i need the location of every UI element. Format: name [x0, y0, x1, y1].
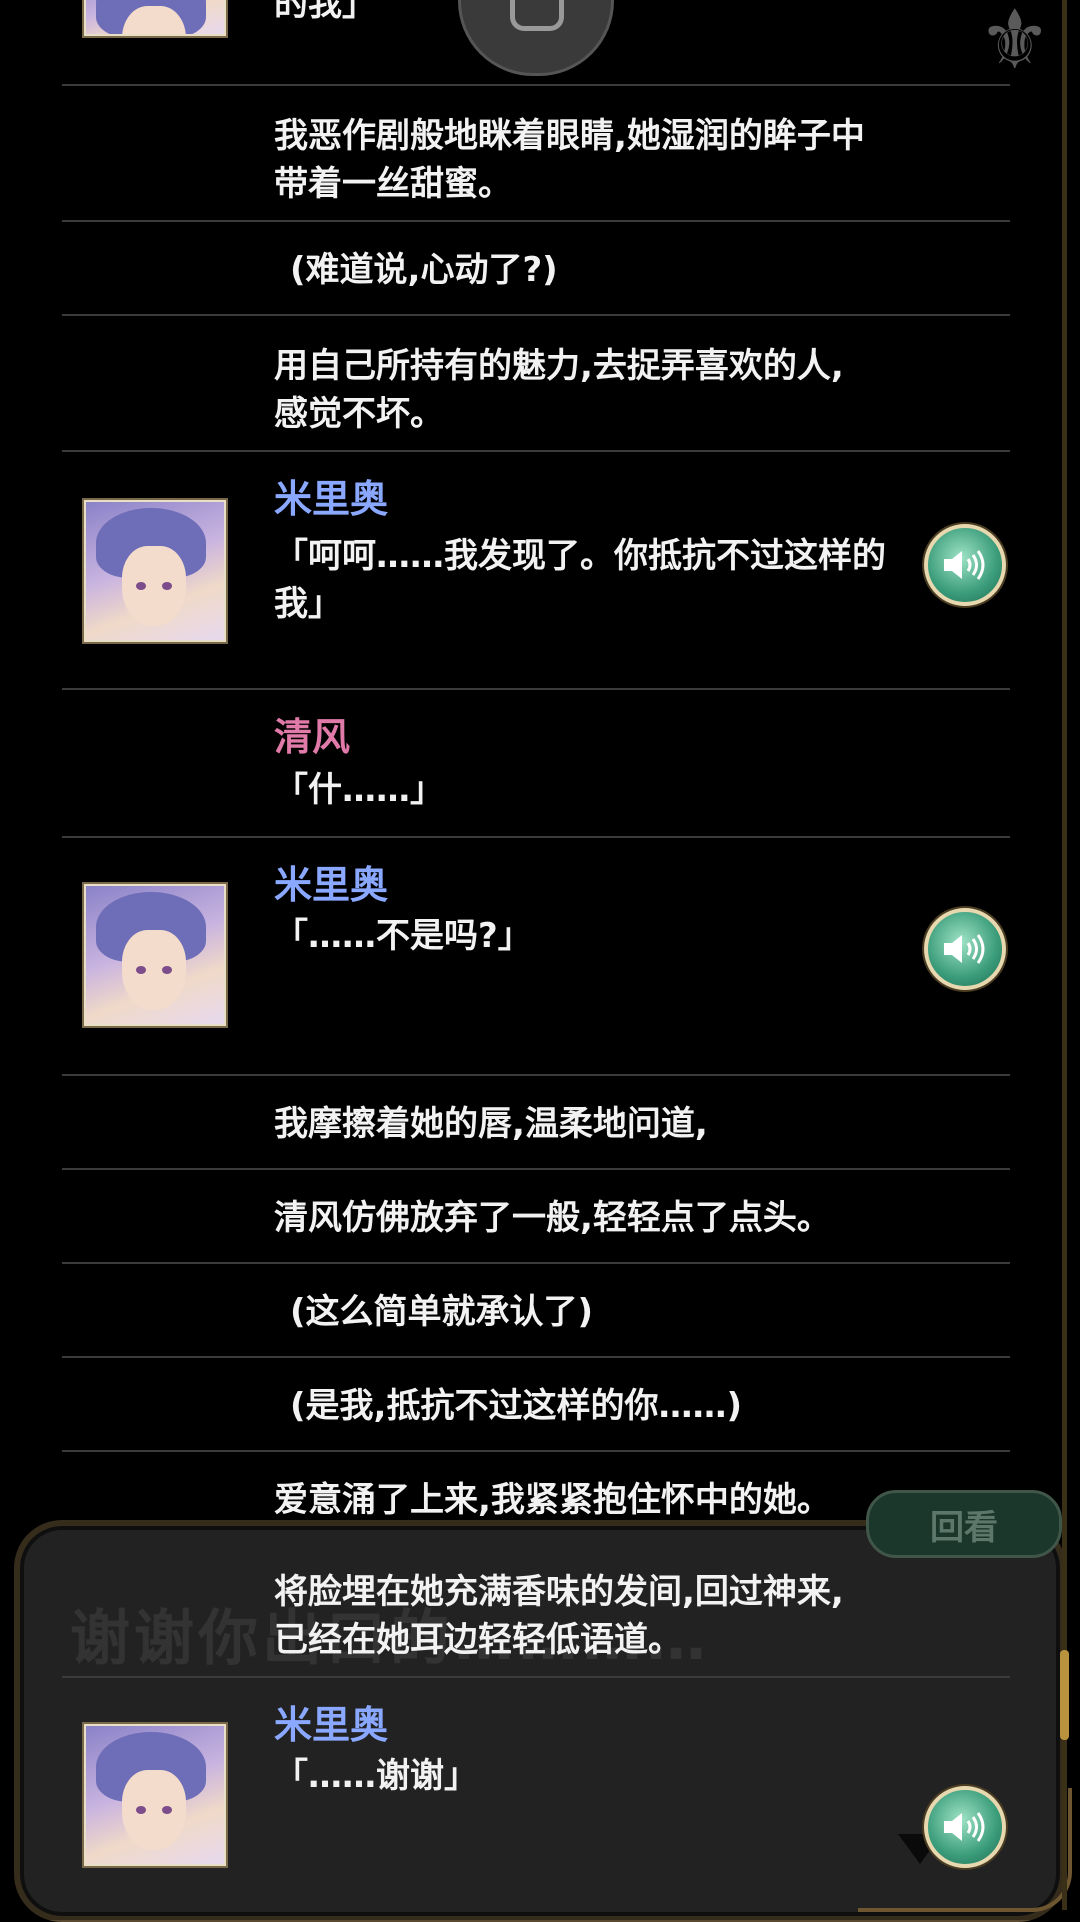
entry-text: 用自己所持有的魅力,去捉弄喜欢的人,感觉不坏。 [274, 346, 844, 434]
speaker-name: 米里奥 [274, 863, 389, 907]
backlog-entry: 将脸埋在她充满香味的发间,回过神来,已经在她耳边轻轻低语道。 [62, 1546, 1010, 1678]
speaker-name: 米里奥 [274, 477, 389, 521]
backlog-entry: (是我,抵抗不过这样的你……) [62, 1358, 1010, 1452]
backlog-entry: 的我」 [62, 0, 1010, 86]
speaker-volume-icon [944, 934, 985, 964]
character-portrait-milio [84, 884, 226, 1026]
voice-replay-button[interactable] [924, 1786, 1006, 1868]
backlog-entry: 我恶作剧般地眯着眼睛,她湿润的眸子中带着一丝甜蜜。 [62, 86, 1010, 222]
voice-replay-button[interactable] [924, 524, 1006, 606]
entry-text: 「……不是吗?」 [274, 916, 532, 956]
voice-replay-button[interactable] [924, 908, 1006, 990]
scrollbar-track[interactable] [1062, 0, 1067, 1910]
backlog-entry: (难道说,心动了?) [62, 222, 1010, 316]
entry-text: (是我,抵抗不过这样的你……) [290, 1386, 742, 1426]
character-portrait-milio [84, 500, 226, 642]
entry-text: 我摩擦着她的唇,温柔地问道, [274, 1104, 708, 1144]
entry-text: 「呵呵……我发现了。你抵抗不过这样的我」 [274, 536, 886, 624]
entry-text: 清风仿佛放弃了一般,轻轻点了点头。 [274, 1198, 831, 1238]
entry-text: (这么简单就承认了) [290, 1292, 594, 1332]
backlog-entry: 清风仿佛放弃了一般,轻轻点了点头。 [62, 1170, 1010, 1264]
entry-text: 将脸埋在她充满香味的发间,回过神来,已经在她耳边轻轻低语道。 [274, 1572, 844, 1660]
speaker-name: 清风 [274, 715, 351, 759]
character-portrait-milio [84, 0, 226, 36]
speaker-name: 米里奥 [274, 1703, 389, 1747]
entry-text: 「什……」 [274, 770, 444, 810]
entry-text: (难道说,心动了?) [290, 250, 558, 290]
speaker-volume-icon [944, 1812, 985, 1842]
backlog-entry: 米里奥 「……不是吗?」 [62, 838, 1010, 1076]
entry-text: 的我」 [274, 0, 376, 24]
entry-text: 爱意涌了上来,我紧紧抱住怀中的她。 [274, 1480, 831, 1520]
backlog-entry: 清风 「什……」 [62, 690, 1010, 838]
backlog-entry: 用自己所持有的魅力,去捉弄喜欢的人,感觉不坏。 [62, 316, 1010, 452]
entry-text: 「……谢谢」 [274, 1756, 478, 1796]
scrollbar-thumb[interactable] [1060, 1650, 1069, 1740]
backlog-entry: 米里奥 「呵呵……我发现了。你抵抗不过这样的我」 [62, 452, 1010, 690]
speaker-volume-icon [944, 550, 985, 580]
backlog-entry: 米里奥 「……谢谢」 [62, 1678, 1010, 1914]
character-portrait-milio [84, 1724, 226, 1866]
backlog-entry: 爱意涌了上来,我紧紧抱住怀中的她。 [62, 1452, 1010, 1544]
entry-text: 我恶作剧般地眯着眼睛,她湿润的眸子中带着一丝甜蜜。 [274, 116, 865, 204]
backlog-entry: 我摩擦着她的唇,温柔地问道, [62, 1076, 1010, 1170]
backlog-entry: (这么简单就承认了) [62, 1264, 1010, 1358]
